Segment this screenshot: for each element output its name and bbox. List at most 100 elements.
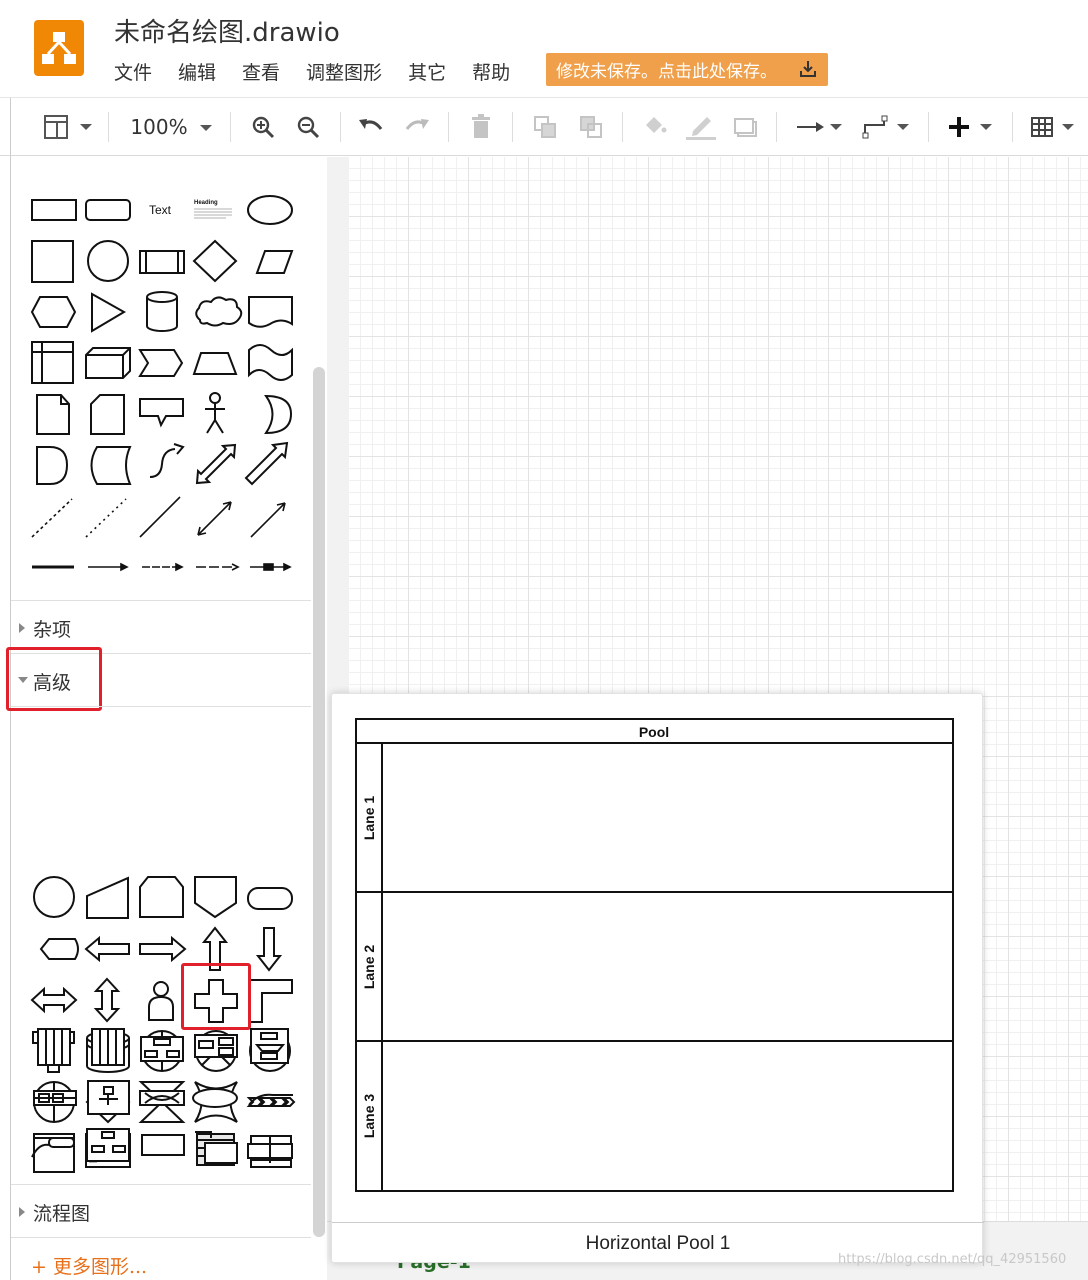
unsaved-changes-button[interactable]: 修改未保存。点击此处保存。	[546, 53, 828, 86]
svg-text:Text: Text	[149, 203, 172, 217]
advanced-circle-shape	[33, 876, 75, 918]
to-front-button[interactable]	[530, 98, 560, 156]
waypoints-button[interactable]	[860, 98, 914, 156]
table-button[interactable]	[1026, 98, 1080, 156]
loop-limit-shape	[139, 876, 184, 918]
lane-3-label: Lane 3	[361, 1094, 377, 1139]
actor-shape	[205, 392, 225, 434]
menu-edit[interactable]: 编辑	[178, 58, 216, 85]
section-misc-label: 杂项	[33, 619, 72, 641]
toolbar: 100%	[0, 98, 1088, 156]
advanced-section-highlight	[6, 647, 102, 711]
cylinder-shape	[146, 291, 178, 332]
menu-arrange[interactable]: 调整图形	[306, 58, 382, 85]
cloud-shape	[195, 296, 243, 327]
format-panel-button[interactable]	[40, 98, 96, 156]
dashed-connector-shape	[142, 562, 184, 572]
central-idea-shape	[192, 1088, 238, 1108]
drawio-logo[interactable]	[34, 20, 84, 76]
terminator-shape	[247, 887, 293, 910]
zoom-in-icon	[252, 116, 275, 139]
tree-shape	[86, 1128, 130, 1162]
undo-icon	[359, 119, 383, 130]
dashed-line-shape	[31, 498, 73, 538]
general-shapes-grid: Text Heading	[30, 195, 294, 572]
app-header: 未命名绘图.drawio 文件 编辑 查看 调整图形 其它 帮助 修改未保存。点…	[0, 0, 1088, 98]
curved-arrow-shape	[149, 443, 185, 478]
pencil-icon	[686, 117, 716, 140]
dotted-line-shape	[85, 498, 127, 538]
pool-title: Pool	[639, 724, 669, 740]
bidirectional-connector-shape	[197, 501, 232, 536]
save-notice-label: 修改未保存。点击此处保存。	[556, 62, 777, 82]
insert-button[interactable]	[944, 98, 996, 156]
zoom-out-button[interactable]	[293, 98, 323, 156]
callout-tree-shape	[195, 1131, 238, 1164]
delay-shape	[36, 446, 69, 485]
delete-button[interactable]	[466, 98, 496, 156]
menu-file[interactable]: 文件	[114, 58, 152, 85]
dashed-connector-2-shape	[196, 563, 240, 571]
fill-color-button[interactable]	[640, 98, 670, 156]
card-shape	[90, 394, 125, 435]
svg-text:Heading: Heading	[194, 200, 218, 206]
vertical-double-arrow-shape	[93, 977, 121, 1023]
undo-button[interactable]	[356, 98, 386, 156]
line-shape	[139, 496, 181, 538]
paint-bucket-icon	[646, 117, 667, 133]
lane-2-label: Lane 2	[361, 945, 377, 990]
zoom-level: 100%	[130, 115, 188, 139]
callout-shape	[139, 398, 184, 428]
advanced-shapes-grid-lower	[31, 1028, 293, 1164]
ellipse-shape	[247, 195, 293, 225]
manual-input-shape	[86, 876, 129, 919]
shadow-icon	[734, 118, 757, 137]
redo-button[interactable]	[402, 98, 432, 156]
section-misc[interactable]: 杂项	[11, 603, 311, 651]
directional-connector-shape	[250, 502, 286, 538]
line-color-button[interactable]	[684, 98, 718, 156]
to-back-button[interactable]	[576, 98, 606, 156]
heading-shape[interactable]: Heading	[194, 200, 232, 219]
section-flowchart-label: 流程图	[33, 1203, 91, 1225]
arrow-shape	[244, 441, 289, 486]
text-shape: Text	[149, 203, 172, 217]
horizontal-double-arrow-shape	[30, 986, 78, 1014]
table-icon	[1031, 117, 1074, 137]
menu-view[interactable]: 查看	[242, 58, 280, 85]
corner-shape	[248, 979, 293, 1023]
person-shape	[148, 981, 174, 1021]
step-shape	[138, 349, 184, 377]
rectangle-shape	[31, 199, 77, 221]
horizontal-tree-shape	[250, 1028, 289, 1064]
document-shape	[248, 296, 293, 328]
watermark: https://blog.csdn.net/qq_42951560	[838, 1252, 1067, 1267]
menu-help[interactable]: 帮助	[472, 58, 510, 85]
waypoints-icon	[862, 115, 909, 139]
circle-shape	[87, 240, 129, 282]
display-shape	[39, 938, 79, 960]
org-chart-shape	[194, 1034, 238, 1058]
horizontal-flow-layout-shape	[33, 1090, 77, 1106]
more-shapes-button[interactable]: + 更多图形...	[31, 1252, 147, 1279]
internal-storage-shape	[31, 341, 74, 384]
process-shape	[139, 250, 185, 274]
diamond-shape	[192, 239, 238, 283]
menu-extras[interactable]: 其它	[408, 58, 446, 85]
shadow-button[interactable]	[730, 98, 760, 156]
zoom-in-button[interactable]	[248, 98, 278, 156]
connection-style-button[interactable]	[794, 98, 846, 156]
chevron-right-icon	[19, 623, 25, 633]
shape-preview-tooltip: Pool Lane 1 Lane 2 Lane 3 Horizontal Poo…	[331, 693, 984, 1263]
arrow-right-icon	[797, 122, 842, 132]
document-title[interactable]: 未命名绘图.drawio	[114, 12, 340, 49]
plus-icon	[949, 117, 992, 137]
zoom-dropdown[interactable]: 100%	[128, 98, 218, 156]
organization-shape	[141, 1134, 185, 1156]
connector-shape	[88, 562, 129, 572]
sidebar-scrollbar[interactable]	[313, 367, 325, 1237]
down-arrow-shape	[255, 927, 283, 972]
connector-with-label-shape	[250, 562, 292, 572]
horizontal-pool-preview: Pool Lane 1 Lane 2 Lane 3	[355, 718, 954, 1192]
section-flowchart[interactable]: 流程图	[11, 1187, 311, 1235]
